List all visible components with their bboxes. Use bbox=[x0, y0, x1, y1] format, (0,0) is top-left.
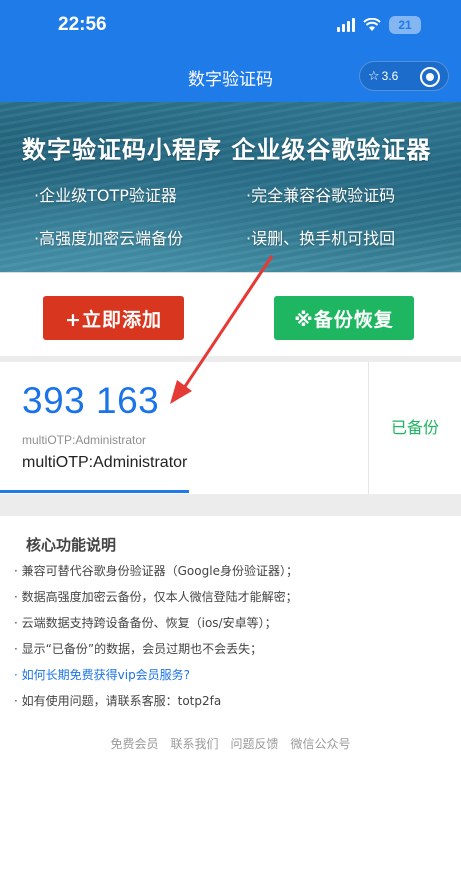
record-icon[interactable] bbox=[420, 67, 440, 87]
banner-feature: ·误删、换手机可找回 bbox=[246, 229, 396, 248]
feature-description: 核心功能说明 · 兼容可替代谷歌身份验证器（Google身份验证器）； · 数据… bbox=[0, 516, 461, 886]
divider bbox=[0, 494, 461, 516]
battery-icon: 21 bbox=[389, 16, 421, 34]
info-item: · 数据高强度加密云备份，仅本人微信登陆才能解密； bbox=[14, 590, 298, 604]
wifi-icon bbox=[363, 18, 381, 31]
info-item: · 显示“已备份”的数据，会员过期也不会丢失； bbox=[14, 642, 263, 656]
banner-feature: ·企业级TOTP验证器 bbox=[34, 186, 177, 205]
footer-link-wechat[interactable]: 微信公众号 bbox=[291, 735, 351, 752]
backup-status-badge[interactable]: 已备份 bbox=[369, 414, 461, 438]
otp-card[interactable]: 393 163 multiOTP:Administrator multiOTP:… bbox=[0, 362, 461, 494]
info-item: · 兼容可替代谷歌身份验证器（Google身份验证器）； bbox=[14, 564, 298, 578]
status-icons: 21 bbox=[337, 16, 421, 34]
footer-link-free-membership[interactable]: 免费会员 bbox=[110, 735, 158, 752]
info-item: · 如有使用问题，请联系客服：totp2fa bbox=[14, 694, 222, 708]
action-button-row: +立即添加 ※备份恢复 bbox=[0, 272, 461, 356]
star-icon[interactable]: ☆ bbox=[368, 69, 380, 84]
otp-issuer: multiOTP:Administrator bbox=[22, 433, 147, 447]
otp-account-name: multiOTP:Administrator bbox=[22, 454, 188, 471]
promo-banner: 数字验证码小程序 企业级谷歌验证器 ·企业级TOTP验证器 ·完全兼容谷歌验证码… bbox=[0, 102, 461, 272]
banner-feature: ·完全兼容谷歌验证码 bbox=[246, 186, 396, 205]
footer-links: 免费会员 联系我们 问题反馈 微信公众号 bbox=[0, 735, 461, 752]
banner-feature: ·高强度加密云端备份 bbox=[34, 229, 184, 248]
section-title: 核心功能说明 bbox=[26, 536, 117, 554]
status-bar: 22:56 21 bbox=[0, 0, 461, 50]
otp-countdown-bar bbox=[0, 490, 189, 493]
add-button[interactable]: +立即添加 bbox=[43, 296, 184, 340]
status-time: 22:56 bbox=[58, 14, 107, 35]
vip-info-link[interactable]: · 如何长期免费获得vip会员服务? bbox=[14, 666, 190, 683]
otp-code[interactable]: 393 163 bbox=[22, 380, 159, 422]
footer-link-contact[interactable]: 联系我们 bbox=[170, 735, 218, 752]
signal-icon bbox=[337, 18, 355, 32]
info-item: · 云端数据支持跨设备备份、恢复（ios/安卓等）； bbox=[14, 616, 277, 630]
nav-bar: 数字验证码 ☆ 3.6 bbox=[0, 50, 461, 102]
mini-program-capsule[interactable]: ☆ 3.6 bbox=[359, 61, 449, 91]
banner-title: 数字验证码小程序 企业级谷歌验证器 bbox=[22, 136, 432, 164]
footer-link-feedback[interactable]: 问题反馈 bbox=[231, 735, 279, 752]
capsule-version: 3.6 bbox=[381, 69, 399, 83]
restore-backup-button[interactable]: ※备份恢复 bbox=[274, 296, 414, 340]
